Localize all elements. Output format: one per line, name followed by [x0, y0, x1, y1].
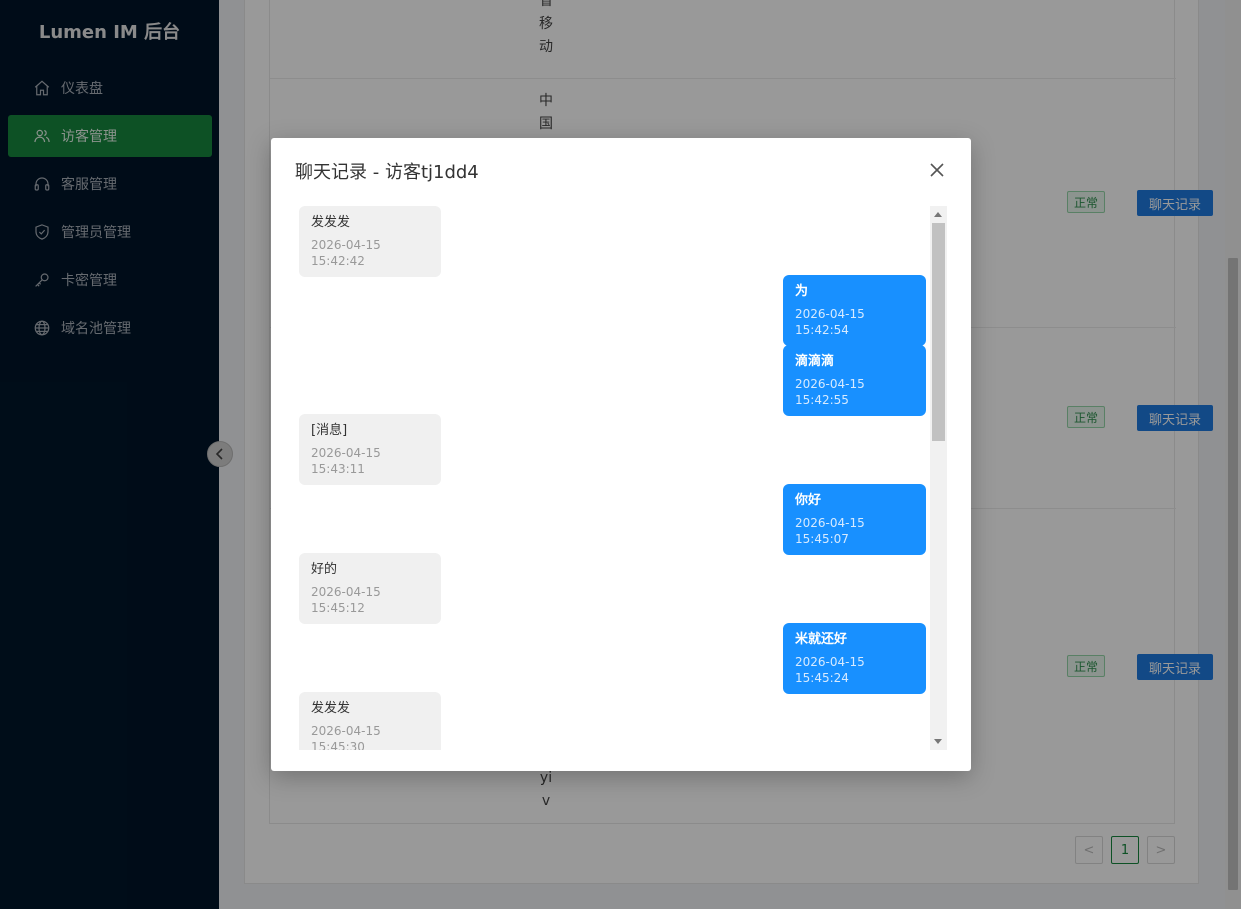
message-time: 2026-04-15 15:45:30 [311, 724, 381, 750]
message-bubble: 好的 2026-04-15 15:45:12 [299, 553, 441, 624]
message-time: 2026-04-15 15:45:07 [795, 516, 865, 546]
chat-history-modal: 聊天记录 - 访客tj1dd4 发发发 2026-04-15 15:42:42 … [271, 138, 971, 771]
close-button[interactable] [927, 161, 947, 181]
message-text: 米就还好 [795, 632, 848, 647]
message-bubble: [消息] 2026-04-15 15:43:11 [299, 414, 441, 485]
message-text: 滴滴滴 [795, 354, 835, 369]
chat-scrollbar[interactable] [930, 206, 947, 750]
message-bubble: 米就还好 2026-04-15 15:45:24 [783, 623, 926, 694]
message-bubble: 发发发 2026-04-15 15:45:30 [299, 692, 441, 750]
scroll-down-icon[interactable] [934, 739, 942, 744]
message-bubble: 滴滴滴 2026-04-15 15:42:55 [783, 345, 926, 416]
message-time: 2026-04-15 15:42:42 [311, 238, 381, 268]
message-time: 2026-04-15 15:42:54 [795, 307, 865, 337]
message-bubble: 为 2026-04-15 15:42:54 [783, 275, 926, 346]
message-bubble: 发发发 2026-04-15 15:42:42 [299, 206, 441, 277]
chat-message-list[interactable]: 发发发 2026-04-15 15:42:42 为 2026-04-15 15:… [299, 206, 947, 750]
message-text: 你好 [795, 493, 822, 508]
message-text: 为 [795, 284, 809, 299]
chat-scrollbar-thumb[interactable] [932, 223, 945, 441]
message-time: 2026-04-15 15:43:11 [311, 446, 381, 476]
message-text: 好的 [311, 562, 338, 577]
message-text: [消息] [311, 423, 348, 438]
scroll-up-icon[interactable] [934, 212, 942, 217]
message-bubble: 你好 2026-04-15 15:45:07 [783, 484, 926, 555]
message-time: 2026-04-15 15:45:24 [795, 655, 865, 685]
message-text: 发发发 [311, 701, 351, 716]
modal-title: 聊天记录 - 访客tj1dd4 [295, 162, 479, 183]
close-icon [930, 162, 944, 181]
message-time: 2026-04-15 15:45:12 [311, 585, 381, 615]
message-text: 发发发 [311, 215, 351, 230]
message-time: 2026-04-15 15:42:55 [795, 377, 865, 407]
